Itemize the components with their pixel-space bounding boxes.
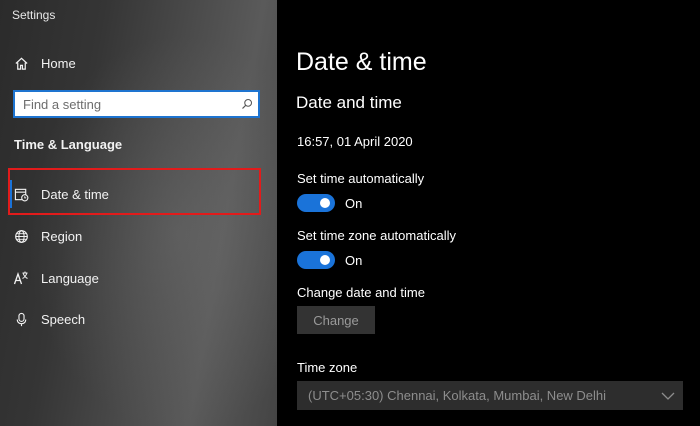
current-datetime: 16:57, 01 April 2020 xyxy=(297,134,413,149)
change-button[interactable]: Change xyxy=(297,306,375,334)
set-timezone-auto-row: On xyxy=(297,251,362,269)
sidebar-item-label: Home xyxy=(41,55,76,71)
chevron-down-icon xyxy=(653,392,683,400)
time-zone-dropdown[interactable]: (UTC+05:30) Chennai, Kolkata, Mumbai, Ne… xyxy=(297,381,683,410)
sidebar-item-label: Language xyxy=(41,270,99,286)
calendar-clock-icon xyxy=(13,186,29,202)
language-icon xyxy=(13,270,29,286)
set-timezone-auto-label: Set time zone automatically xyxy=(297,228,456,243)
home-icon xyxy=(13,55,29,71)
selection-indicator xyxy=(8,180,12,208)
set-time-auto-label: Set time automatically xyxy=(297,171,425,186)
toggle-state-label: On xyxy=(345,195,363,211)
set-time-auto-row: On xyxy=(297,194,362,212)
globe-icon xyxy=(13,228,29,244)
toggle-knob xyxy=(320,198,330,208)
time-zone-value: (UTC+05:30) Chennai, Kolkata, Mumbai, Ne… xyxy=(308,388,607,403)
set-timezone-auto-toggle[interactable] xyxy=(297,251,335,269)
sidebar-item-label: Date & time xyxy=(41,186,109,202)
main-content: Date & time Date and time 16:57, 01 Apri… xyxy=(277,0,700,426)
sidebar-item-label: Region xyxy=(41,228,83,244)
sidebar-item-region[interactable]: Region xyxy=(0,217,277,255)
section-title: Date and time xyxy=(296,93,402,112)
search-input[interactable] xyxy=(15,94,236,114)
sidebar-item-language[interactable]: Language xyxy=(0,259,277,297)
sidebar-item-speech[interactable]: Speech xyxy=(0,300,277,338)
page-title: Date & time xyxy=(296,48,427,76)
section-heading: Time & Language xyxy=(14,137,123,152)
toggle-state-label: On xyxy=(345,252,363,268)
search-box[interactable] xyxy=(13,90,260,118)
window-title: Settings xyxy=(12,8,56,22)
toggle-knob xyxy=(320,255,330,265)
sidebar: Settings Home Time & Language Date & tim… xyxy=(0,0,277,426)
set-time-auto-toggle[interactable] xyxy=(297,194,335,212)
search-icon[interactable] xyxy=(236,98,258,110)
time-zone-label: Time zone xyxy=(297,360,358,375)
sidebar-item-date-time[interactable]: Date & time xyxy=(0,175,277,213)
microphone-icon xyxy=(13,311,29,327)
sidebar-item-home[interactable]: Home xyxy=(0,44,277,82)
change-date-label: Change date and time xyxy=(297,285,425,300)
sidebar-item-label: Speech xyxy=(41,311,86,327)
